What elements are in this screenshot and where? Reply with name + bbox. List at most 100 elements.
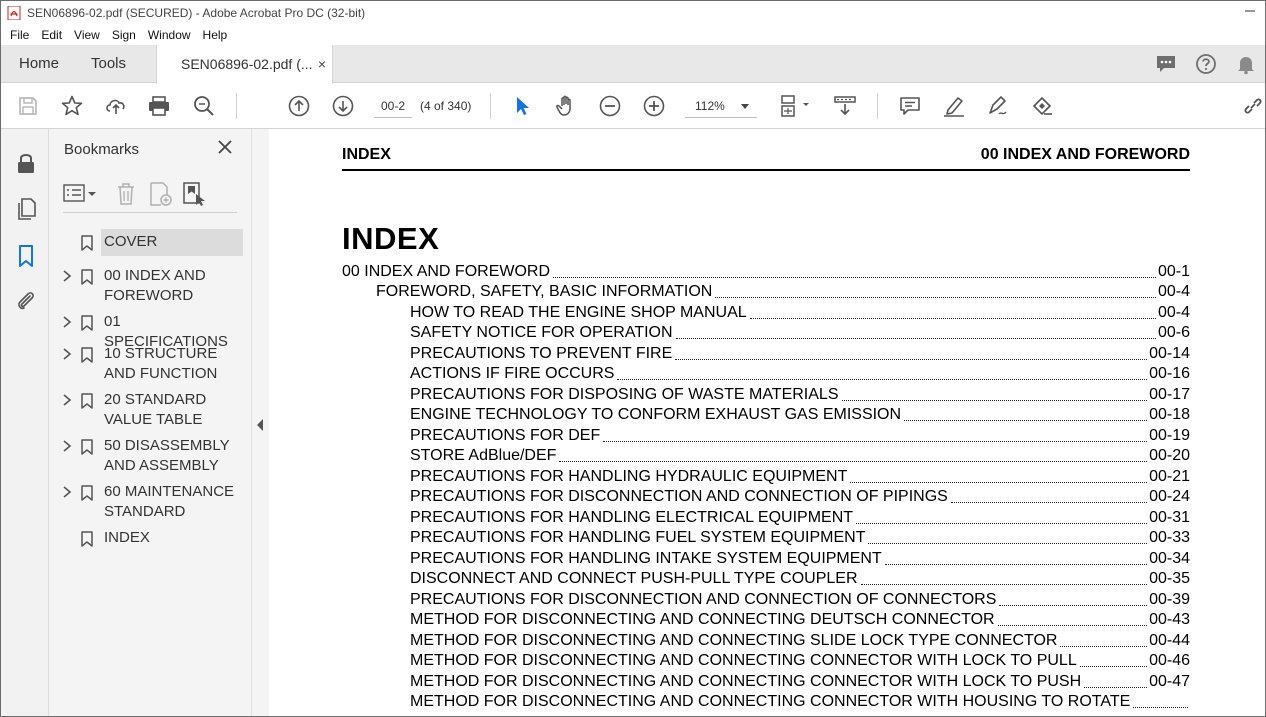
zoom-out-icon[interactable] bbox=[598, 94, 622, 118]
toc-leader-dots bbox=[749, 307, 1156, 319]
toc-entry[interactable]: PRECAUTIONS FOR HANDLING FUEL SYSTEM EQU… bbox=[342, 527, 1190, 548]
next-page-icon[interactable] bbox=[331, 94, 355, 118]
collapse-panel-icon[interactable] bbox=[257, 419, 263, 431]
toc-entry[interactable]: PRECAUTIONS FOR DISCONNECTION AND CONNEC… bbox=[342, 588, 1190, 609]
document-viewport[interactable]: INDEX 00 INDEX AND FOREWORD INDEX 00 IND… bbox=[269, 129, 1265, 716]
notifications-bell-icon[interactable] bbox=[1235, 53, 1257, 75]
menu-view[interactable]: View bbox=[68, 25, 106, 45]
toc-entry[interactable]: FOREWORD, SAFETY, BASIC INFORMATION 00-4 bbox=[342, 281, 1190, 302]
toc-entry[interactable]: PRECAUTIONS FOR DISPOSING OF WASTE MATER… bbox=[342, 383, 1190, 404]
page-thumbnails-icon[interactable] bbox=[14, 197, 38, 221]
hand-tool-icon[interactable] bbox=[554, 94, 578, 118]
menu-window[interactable]: Window bbox=[142, 25, 197, 45]
comment-icon[interactable] bbox=[898, 94, 922, 118]
toc-entry-title: ENGINE TECHNOLOGY TO CONFORM EXHAUST GAS… bbox=[410, 406, 902, 423]
toc-entry[interactable]: METHOD FOR DISCONNECTING AND CONNECTING … bbox=[342, 670, 1190, 691]
bookmarks-panel-title: Bookmarks bbox=[64, 141, 140, 158]
menu-edit[interactable]: Edit bbox=[35, 25, 68, 45]
tab-document[interactable]: SEN06896-02.pdf (... × bbox=[156, 45, 333, 84]
highlight-pen-icon[interactable] bbox=[942, 94, 966, 118]
bookmark-from-selection-icon[interactable] bbox=[181, 181, 207, 207]
tab-bar-actions bbox=[1155, 53, 1257, 75]
page-header-right: 00 INDEX AND FOREWORD bbox=[980, 146, 1190, 163]
toc-entry[interactable]: STORE AdBlue/DEF 00-20 bbox=[342, 445, 1190, 466]
delete-bookmark-icon[interactable] bbox=[113, 181, 139, 207]
toc-entry-title: PRECAUTIONS FOR DISPOSING OF WASTE MATER… bbox=[410, 385, 839, 403]
chevron-down-icon bbox=[741, 104, 749, 109]
print-icon[interactable] bbox=[147, 94, 171, 118]
toc-entry[interactable]: ACTIONS IF FIRE OCCURS 00-16 bbox=[342, 363, 1190, 384]
redact-stamp-icon[interactable] bbox=[1030, 94, 1054, 118]
window-title: SEN06896-02.pdf (SECURED) - Adobe Acroba… bbox=[27, 6, 366, 20]
sign-pen-icon[interactable] bbox=[986, 94, 1010, 118]
toc-leader-dots bbox=[860, 573, 1148, 585]
new-bookmark-icon[interactable] bbox=[147, 181, 173, 207]
menu-help[interactable]: Help bbox=[197, 25, 234, 45]
toc-entry-page: 00-35 bbox=[1149, 570, 1190, 587]
toc-entry[interactable]: METHOD FOR DISCONNECTING AND CONNECTING … bbox=[342, 609, 1190, 630]
help-icon[interactable] bbox=[1195, 53, 1217, 75]
toc-entry[interactable]: ENGINE TECHNOLOGY TO CONFORM EXHAUST GAS… bbox=[342, 404, 1190, 425]
chevron-right-icon[interactable] bbox=[62, 394, 72, 406]
tab-home[interactable]: Home bbox=[19, 45, 59, 83]
bookmark-icon bbox=[81, 393, 93, 409]
tab-tools[interactable]: Tools bbox=[91, 45, 126, 83]
toc-entry-page: 00-43 bbox=[1149, 611, 1190, 628]
chevron-right-icon[interactable] bbox=[62, 316, 72, 328]
select-cursor-icon[interactable] bbox=[510, 94, 534, 118]
toc-entry[interactable]: PRECAUTIONS FOR DEF 00-19 bbox=[342, 424, 1190, 445]
toc-entry-title: 00 INDEX AND FOREWORD bbox=[342, 262, 551, 280]
close-icon[interactable] bbox=[217, 139, 233, 155]
chevron-right-icon[interactable] bbox=[62, 270, 72, 282]
toc-leader-dots bbox=[850, 471, 1148, 483]
save-icon[interactable] bbox=[16, 94, 40, 118]
toc-entry[interactable]: PRECAUTIONS FOR DISCONNECTION AND CONNEC… bbox=[342, 486, 1190, 507]
tab-close-icon[interactable]: × bbox=[318, 45, 326, 83]
bookmarks-panel-icon[interactable] bbox=[14, 244, 38, 268]
tab-document-label: SEN06896-02.pdf (... bbox=[181, 56, 313, 72]
menu-bar: File Edit View Sign Window Help bbox=[1, 25, 1265, 45]
bookmark-label: 60 MAINTENANCE STANDARD bbox=[104, 483, 235, 520]
toc-leader-dots bbox=[999, 594, 1148, 606]
link-icon[interactable] bbox=[1241, 94, 1265, 118]
chevron-right-icon[interactable] bbox=[62, 486, 72, 498]
page-display-icon[interactable] bbox=[779, 94, 813, 118]
toc-entry[interactable]: METHOD FOR DISCONNECTING AND CONNECTING … bbox=[342, 629, 1190, 650]
toc-entry[interactable]: SAFETY NOTICE FOR OPERATION 00-6 bbox=[342, 322, 1190, 343]
share-upload-icon[interactable] bbox=[104, 94, 128, 118]
toc-entry-title: PRECAUTIONS FOR DISCONNECTION AND CONNEC… bbox=[410, 590, 997, 608]
zoom-search-icon[interactable] bbox=[192, 94, 216, 118]
bookmark-icon bbox=[81, 531, 93, 547]
toc-entry[interactable]: PRECAUTIONS FOR HANDLING INTAKE SYSTEM E… bbox=[342, 547, 1190, 568]
minimize-icon[interactable] bbox=[1243, 4, 1257, 18]
toolbar-divider bbox=[490, 93, 491, 119]
previous-page-icon[interactable] bbox=[287, 94, 311, 118]
toc-entry[interactable]: PRECAUTIONS FOR HANDLING HYDRAULIC EQUIP… bbox=[342, 465, 1190, 486]
comment-bubble-icon[interactable] bbox=[1155, 53, 1177, 75]
toc-entry[interactable]: METHOD FOR DISCONNECTING AND CONNECTING … bbox=[342, 691, 1190, 712]
toc-entry[interactable]: METHOD FOR DISCONNECTING AND CONNECTING … bbox=[342, 650, 1190, 671]
toc-entry[interactable]: 00 INDEX AND FOREWORD 00-1 bbox=[342, 260, 1190, 281]
scroll-mode-icon[interactable] bbox=[833, 94, 857, 118]
toc-entry[interactable]: HOW TO READ THE ENGINE SHOP MANUAL 00-4 bbox=[342, 301, 1190, 322]
bookmark-star-icon[interactable] bbox=[60, 94, 84, 118]
toc-entry-title: PRECAUTIONS FOR HANDLING FUEL SYSTEM EQU… bbox=[410, 529, 866, 546]
menu-sign[interactable]: Sign bbox=[106, 25, 142, 45]
toc-entry[interactable]: PRECAUTIONS FOR HANDLING ELECTRICAL EQUI… bbox=[342, 506, 1190, 527]
zoom-level-value: 112% bbox=[695, 99, 725, 113]
security-lock-icon[interactable] bbox=[14, 151, 38, 175]
toc-entry-page: 00-19 bbox=[1149, 426, 1190, 444]
menu-file[interactable]: File bbox=[4, 25, 35, 45]
chevron-right-icon[interactable] bbox=[62, 440, 72, 452]
attachments-paperclip-icon[interactable] bbox=[14, 289, 38, 313]
left-navigation-rail bbox=[1, 129, 49, 716]
zoom-in-icon[interactable] bbox=[642, 94, 666, 118]
page-number-input[interactable] bbox=[374, 94, 412, 118]
zoom-level-select[interactable]: 112% bbox=[685, 94, 757, 118]
toc-entry[interactable]: DISCONNECT AND CONNECT PUSH-PULL TYPE CO… bbox=[342, 568, 1190, 589]
toc-entry[interactable]: PRECAUTIONS TO PREVENT FIRE 00-14 bbox=[342, 342, 1190, 363]
chevron-right-icon[interactable] bbox=[62, 348, 72, 360]
panel-splitter[interactable] bbox=[251, 129, 269, 716]
bookmark-label: INDEX bbox=[104, 529, 150, 546]
bookmark-options-icon[interactable] bbox=[63, 181, 99, 207]
